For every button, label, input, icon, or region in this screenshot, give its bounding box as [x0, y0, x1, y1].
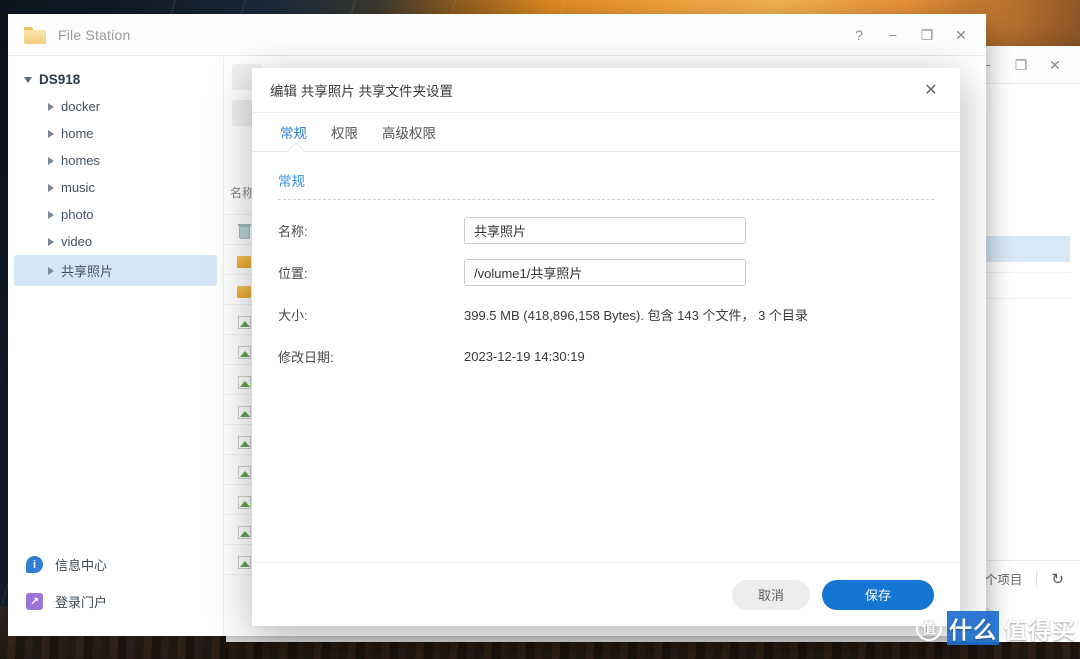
field-label-location: 位置:	[278, 265, 308, 281]
close-icon[interactable]: ✕	[1040, 51, 1070, 79]
image-file-icon	[237, 435, 251, 449]
tree-root-ds918[interactable]: DS918	[8, 66, 223, 93]
watermark-logo-icon: 值	[916, 615, 942, 641]
sidebar-item-info-center[interactable]: i 信息中心	[8, 546, 223, 583]
external-link-icon: ↗	[26, 593, 43, 610]
size-value: 399.5 MB (418,896,158 Bytes). 包含 143 个文件…	[464, 307, 808, 323]
image-file-icon	[237, 375, 251, 389]
dialog-title: 编辑 共享照片 共享文件夹设置	[270, 84, 454, 99]
field-row-name: 名称:	[278, 214, 934, 246]
sidebar-item-music[interactable]: music	[14, 174, 217, 201]
sidebar-item-docker[interactable]: docker	[14, 93, 217, 120]
dialog-body: 常规 名称: 位置: 大小: 399.5 MB (418,896,158 Byt…	[252, 152, 960, 562]
sidebar-item-label: photo	[61, 207, 94, 222]
save-button[interactable]: 保存	[822, 579, 934, 610]
watermark-text-primary: 什么	[947, 611, 999, 645]
chevron-right-icon[interactable]	[48, 210, 54, 219]
chevron-down-icon[interactable]	[24, 76, 32, 83]
image-file-icon	[237, 525, 251, 539]
info-icon: i	[26, 556, 43, 573]
sidebar-item-label: home	[61, 126, 94, 141]
folder-icon	[24, 26, 46, 44]
help-icon[interactable]: ?	[844, 21, 874, 49]
sidebar-item-label: 信息中心	[55, 558, 108, 573]
tab-permissions[interactable]: 权限	[319, 122, 370, 151]
image-file-icon	[237, 405, 251, 419]
sidebar-item-login-portal[interactable]: ↗ 登录门户	[8, 583, 223, 620]
field-row-modified-date: 修改日期: 2023-12-19 14:30:19	[278, 340, 934, 372]
dialog-header: 编辑 共享照片 共享文件夹设置 ✕	[252, 68, 960, 113]
dialog-tabs[interactable]: 常规 权限 高级权限	[252, 113, 960, 152]
window-title: File Station	[58, 26, 131, 43]
sidebar-item-home[interactable]: home	[14, 120, 217, 147]
sidebar-item-label: video	[61, 234, 93, 249]
folder-icon	[237, 256, 251, 268]
trash-icon	[237, 223, 251, 239]
field-label-name: 名称:	[278, 223, 308, 239]
section-title-general: 常规	[278, 174, 305, 189]
chevron-right-icon[interactable]	[48, 102, 54, 111]
folder-tree: DS918 docker home homes music photo vide…	[8, 66, 223, 546]
sidebar-item-label: 登录门户	[55, 595, 108, 610]
maximize-icon[interactable]: ❐	[1006, 51, 1036, 79]
sidebar-item-label: music	[61, 180, 95, 195]
section-divider	[278, 199, 934, 200]
sidebar-item-label: docker	[61, 99, 101, 114]
sidebar: DS918 docker home homes music photo vide…	[8, 56, 224, 636]
close-icon[interactable]: ✕	[916, 75, 946, 105]
sidebar-item-label: homes	[61, 153, 101, 168]
minimize-icon[interactable]: −	[878, 21, 908, 49]
file-station-window-controls[interactable]: ? − ❐ ✕	[844, 21, 976, 49]
field-label-modified-date: 修改日期:	[278, 349, 334, 365]
name-input[interactable]	[464, 216, 746, 244]
location-input[interactable]	[464, 258, 746, 286]
image-file-icon	[237, 345, 251, 359]
watermark-text-secondary: 值得买	[1004, 617, 1076, 643]
sidebar-bottom-links: i 信息中心 ↗ 登录门户	[8, 546, 223, 636]
tree-root-label: DS918	[39, 72, 81, 87]
sidebar-item-shared-photos[interactable]: 共享照片	[14, 255, 217, 286]
chevron-right-icon[interactable]	[48, 266, 54, 275]
folder-icon	[237, 286, 251, 298]
maximize-icon[interactable]: ❐	[912, 21, 942, 49]
column-header-name[interactable]: 名称	[230, 184, 254, 201]
dialog-footer: 取消 保存	[252, 562, 960, 626]
chevron-right-icon[interactable]	[48, 129, 54, 138]
field-label-size: 大小:	[278, 307, 308, 323]
modified-date-value: 2023-12-19 14:30:19	[464, 348, 585, 364]
sidebar-item-homes[interactable]: homes	[14, 147, 217, 174]
shared-folder-settings-dialog[interactable]: 编辑 共享照片 共享文件夹设置 ✕ 常规 权限 高级权限 常规 名称: 位置: …	[252, 68, 960, 626]
close-icon[interactable]: ✕	[946, 21, 976, 49]
field-row-size: 大小: 399.5 MB (418,896,158 Bytes). 包含 143…	[278, 298, 934, 330]
sidebar-item-photo[interactable]: photo	[14, 201, 217, 228]
chevron-right-icon[interactable]	[48, 156, 54, 165]
image-file-icon	[237, 315, 251, 329]
chevron-right-icon[interactable]	[48, 237, 54, 246]
watermark: 值 什么 值得买	[916, 611, 1076, 645]
refresh-icon[interactable]: ↻	[1051, 570, 1064, 588]
divider	[1036, 570, 1038, 587]
field-row-location: 位置:	[278, 256, 934, 288]
image-file-icon	[237, 465, 251, 479]
tab-advanced-permissions[interactable]: 高级权限	[370, 122, 448, 151]
sidebar-item-video[interactable]: video	[14, 228, 217, 255]
cancel-button[interactable]: 取消	[732, 579, 810, 610]
sidebar-item-label: 共享照片	[61, 264, 114, 279]
image-file-icon	[237, 555, 251, 569]
image-file-icon	[237, 495, 251, 509]
tab-general[interactable]: 常规	[272, 122, 319, 151]
file-station-titlebar[interactable]: File Station ? − ❐ ✕	[8, 14, 986, 56]
chevron-right-icon[interactable]	[48, 183, 54, 192]
